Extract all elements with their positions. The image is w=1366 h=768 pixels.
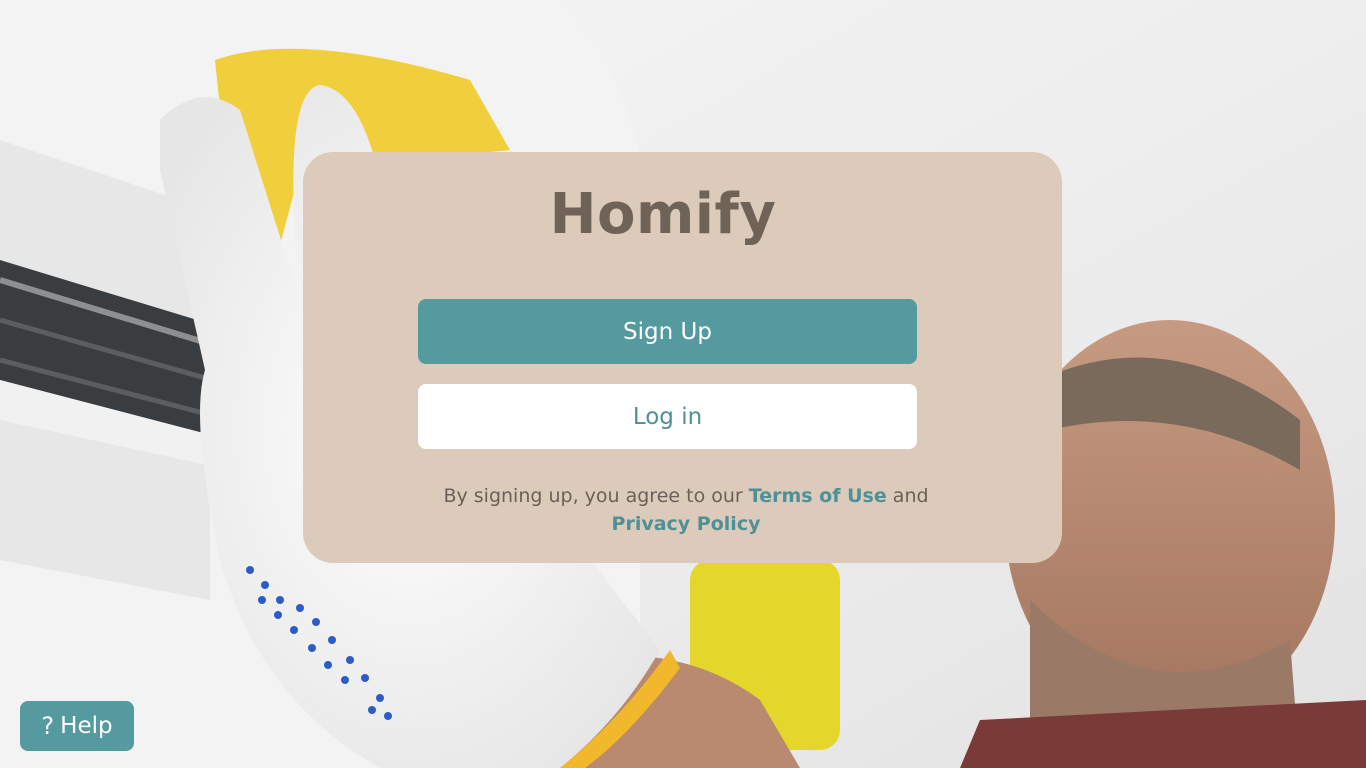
help-button[interactable]: ? Help xyxy=(20,701,134,751)
sign-up-button[interactable]: Sign Up xyxy=(418,299,917,364)
brand-title: Homify xyxy=(549,182,777,247)
terms-prefix: By signing up, you agree to our xyxy=(443,485,743,507)
question-mark-icon: ? xyxy=(41,712,55,740)
terms-of-use-link[interactable]: Terms of Use xyxy=(749,485,887,507)
brand-wrap: Homify xyxy=(303,0,1023,260)
help-label: Help xyxy=(60,713,113,739)
terms-middle: and xyxy=(892,485,929,507)
login-screen: Homify Sign Up Log in By signing up, you… xyxy=(0,0,1366,768)
terms-notice: By signing up, you agree to our Terms of… xyxy=(418,482,954,538)
privacy-policy-link[interactable]: Privacy Policy xyxy=(612,513,761,535)
log-in-button[interactable]: Log in xyxy=(418,384,917,449)
